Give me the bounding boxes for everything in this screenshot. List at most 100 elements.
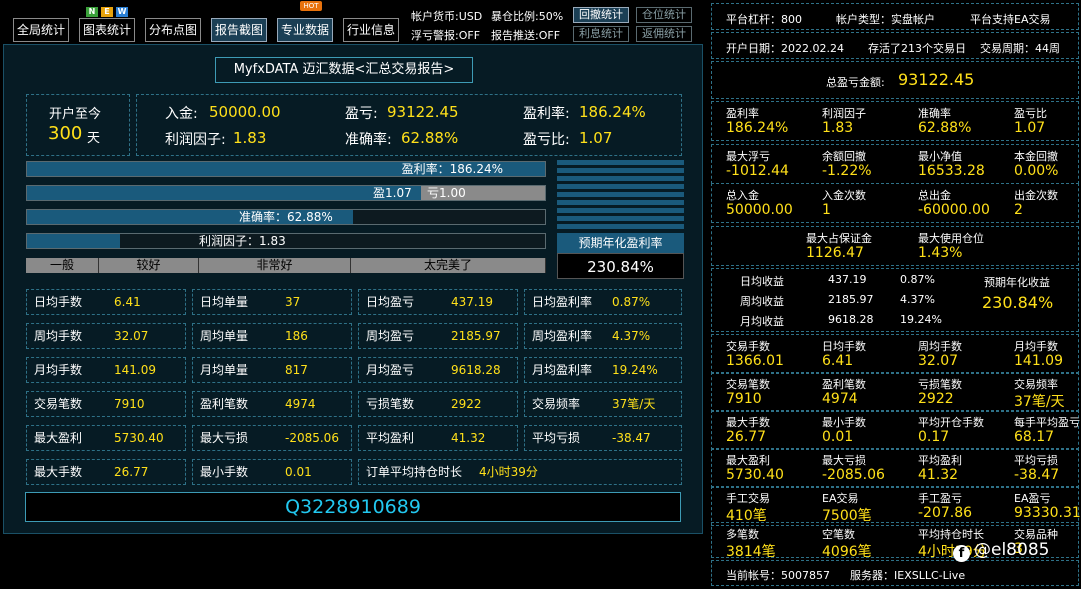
top-toolbar: 全局统计 图表统计 N E W 分布点图 报告截图 专业数据 HOT 行业信息 … xyxy=(0,0,702,44)
stat-value: -2085.06 xyxy=(285,431,339,445)
stat-label: 日均手数 xyxy=(34,295,83,309)
open-since-label: 开户至今 xyxy=(49,107,102,122)
stat-label: 交易笔数 xyxy=(34,397,83,411)
stat-value: 5730.40 xyxy=(114,431,164,445)
stat-value: 437.19 xyxy=(451,295,493,309)
open-date: 开户日期：2022.02.24 xyxy=(726,42,844,55)
total-pnl-value: 93122.45 xyxy=(898,70,975,89)
stat-value: 0.87% xyxy=(612,295,651,309)
avg-income-amount: 437.19 xyxy=(828,273,867,286)
stat-cell: 周均盈利率 4.37% xyxy=(524,323,682,349)
scale-very-good: 非常好 xyxy=(199,258,351,273)
annual-stripes xyxy=(557,160,684,234)
max-margin-value: 1126.47 xyxy=(806,245,864,261)
stat-value: 32.07 xyxy=(114,329,149,343)
scale-normal: 一般 xyxy=(26,258,99,273)
right-stat-value: 7910 xyxy=(726,391,762,407)
stat-cell: 周均手数 32.07 xyxy=(26,323,186,349)
profit-rate-value: 186.24% xyxy=(579,103,646,121)
report-screenshot-button[interactable]: 报告截图 xyxy=(211,18,267,42)
right-stat-value: -2085.06 xyxy=(822,467,885,483)
stat-label: 平均盈利 xyxy=(366,431,415,445)
hot-badge: HOT xyxy=(300,1,322,11)
distribution-button[interactable]: 分布点图 xyxy=(145,18,201,42)
right-stat-label: 平均开仓手数 xyxy=(918,416,984,429)
avg-income-label: 周均收益 xyxy=(740,295,784,308)
watermark: f @el8085 xyxy=(953,540,1049,562)
stat-label: 交易频率 xyxy=(532,397,581,411)
stat-value: 19.24% xyxy=(612,363,658,377)
right-stat-value: 6.41 xyxy=(822,353,854,369)
stat-cell: 交易笔数 7910 xyxy=(26,391,186,417)
stat-cell: 日均盈利率 0.87% xyxy=(524,289,682,315)
right-stat-label: 总入金 xyxy=(726,189,759,202)
right-stat-value: 141.09 xyxy=(1014,353,1063,369)
right-stat-label: 出金次数 xyxy=(1014,189,1058,202)
right-stats-row: 盈利率 186.24% 利润因子 1.83 准确率 62.88% 盈亏比 1.07 xyxy=(711,101,1079,141)
stat-value: 6.41 xyxy=(114,295,141,309)
max-lots-value: 26.77 xyxy=(114,465,149,479)
right-stat-label: 日均手数 xyxy=(822,340,866,353)
accuracy-value: 62.88% xyxy=(401,129,459,147)
chart-stats-button[interactable]: 图表统计 xyxy=(79,18,135,42)
accuracy-bar: 准确率：62.88% xyxy=(26,209,546,225)
right-stats-row: 交易笔数 7910 盈利笔数 4974 亏损笔数 2922 交易频率 37笔/天 xyxy=(711,372,1079,412)
stat-cell: 周均单量 186 xyxy=(192,323,352,349)
stat-value: 4974 xyxy=(285,397,316,411)
position-stats-button[interactable]: 仓位统计 xyxy=(636,7,692,23)
stat-cell: 最大亏损 -2085.06 xyxy=(192,425,352,451)
stat-value: 4.37% xyxy=(612,329,651,343)
stat-label: 月均单量 xyxy=(200,363,249,377)
right-stat-label: 盈利率 xyxy=(726,107,759,120)
avg-income-rate: 4.37% xyxy=(900,293,935,306)
right-stat-value: 26.77 xyxy=(726,429,767,445)
qq-contact: Q3228910689 xyxy=(25,492,681,522)
profit-factor-bar-fill xyxy=(27,234,121,248)
right-stat-value: 186.24% xyxy=(726,120,789,136)
drawdown-stats-button[interactable]: 回撤统计 xyxy=(573,7,629,23)
profit-factor-bar-text: 利润因子：1.83 xyxy=(199,234,286,248)
right-stat-label: 周均手数 xyxy=(918,340,962,353)
right-stat-label: 空笔数 xyxy=(822,528,855,541)
stat-value: 37笔/天 xyxy=(612,397,656,411)
win-loss-bar: 盈1.07 亏1.00 xyxy=(26,185,546,201)
deposit-value: 50000.00 xyxy=(209,103,281,121)
right-stat-value: 2 xyxy=(1014,202,1023,218)
win-loss-bar-fill xyxy=(27,186,421,200)
stat-cell: 亏损笔数 2922 xyxy=(358,391,518,417)
right-stat-value: 68.17 xyxy=(1014,429,1055,445)
account-server-box: 当前帐号：5007857 服务器：IEXSLLC-Live xyxy=(711,560,1079,586)
right-stats-row: 手工交易 410笔 EA交易 7500笔 手工盈亏 -207.86 EA盈亏 93330.31 xyxy=(711,486,1081,526)
win-text: 盈1.07 xyxy=(373,186,412,200)
right-stat-value: -207.86 xyxy=(918,505,973,521)
rebate-stats-button[interactable]: 返佣统计 xyxy=(636,26,692,42)
right-stat-label: 总出金 xyxy=(918,189,951,202)
right-stat-label: 手工交易 xyxy=(726,492,770,505)
leverage: 平台杠杆：800 xyxy=(726,13,802,26)
right-stat-value: 1 xyxy=(822,202,831,218)
stat-label: 月均手数 xyxy=(34,363,83,377)
stat-cell: 月均单量 817 xyxy=(192,357,352,383)
right-stat-label: EA交易 xyxy=(822,492,859,505)
industry-info-button[interactable]: 行业信息 xyxy=(343,18,399,42)
pro-data-button[interactable]: 专业数据 xyxy=(277,18,333,42)
right-stat-value: 2922 xyxy=(918,391,954,407)
stat-label: 最大盈利 xyxy=(34,431,83,445)
global-stats-button[interactable]: 全局统计 xyxy=(13,18,69,42)
right-stat-label: 交易笔数 xyxy=(726,378,770,391)
right-stat-value: 1366.01 xyxy=(726,353,784,369)
pl-ratio-label: 盈亏比: xyxy=(523,132,570,148)
right-stat-value: 4096笔 xyxy=(822,544,872,560)
right-stat-label: 最小手数 xyxy=(822,416,866,429)
right-stat-label: 最大盈利 xyxy=(726,454,770,467)
stat-cell: 周均盈亏 2185.97 xyxy=(358,323,518,349)
right-stat-label: 交易手数 xyxy=(726,340,770,353)
right-stat-label: EA盈亏 xyxy=(1014,492,1051,505)
right-stat-value: -38.47 xyxy=(1014,467,1060,483)
pl-ratio-value: 1.07 xyxy=(579,129,613,147)
right-stats-row: 最大浮亏 -1012.44 余额回撤 -1.22% 最小净值 16533.28 本金回撤 0.… xyxy=(711,144,1079,184)
interest-stats-button[interactable]: 利息统计 xyxy=(573,26,629,42)
right-stat-label: 交易频率 xyxy=(1014,378,1058,391)
right-stat-label: 利润因子 xyxy=(822,107,866,120)
right-stat-value: 41.32 xyxy=(918,467,959,483)
